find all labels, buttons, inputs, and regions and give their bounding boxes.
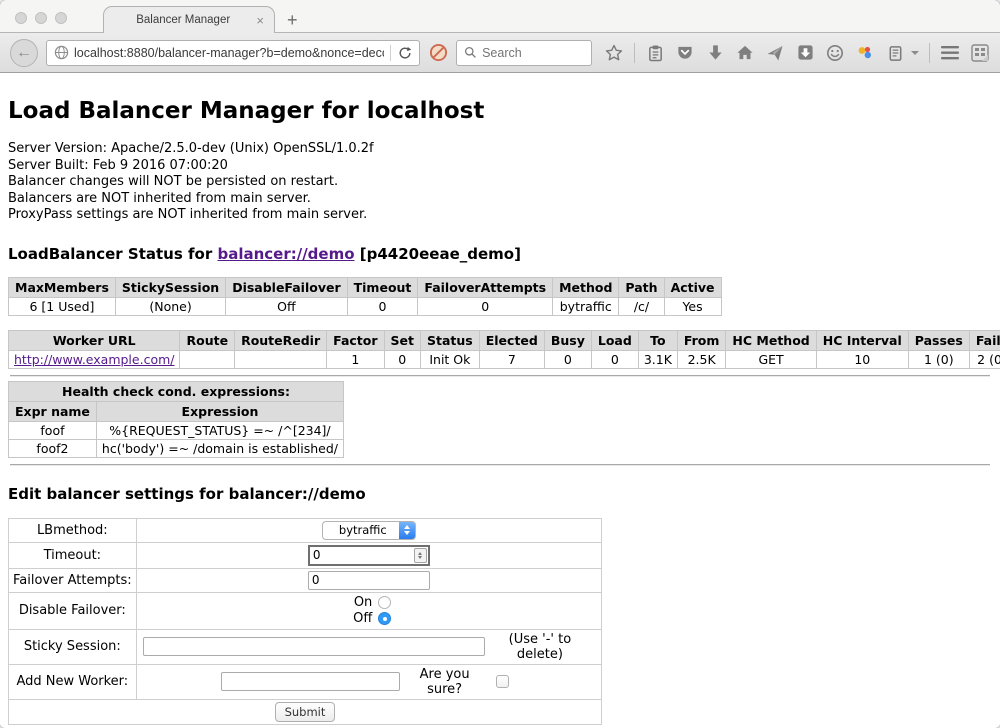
health-row-foof: foof %{REQUEST_STATUS} =~ /^[234]/ xyxy=(9,421,344,439)
are-you-sure-checkbox[interactable] xyxy=(496,675,509,688)
balancer-header-row: MaxMembers StickySession DisableFailover… xyxy=(9,277,722,297)
radio-on-label: On xyxy=(346,595,372,611)
colored-dots-extension-icon[interactable] xyxy=(855,43,875,63)
content-blocked-icon[interactable] xyxy=(428,43,448,63)
proxypass-note-line: ProxyPass settings are NOT inherited fro… xyxy=(8,207,992,224)
radio-off-label: Off xyxy=(346,611,372,627)
tab-bar: Balancer Manager × + xyxy=(0,0,1000,33)
timeout-row: Timeout: xyxy=(9,542,602,568)
tab-balancer-manager[interactable]: Balancer Manager × xyxy=(103,6,275,33)
url-text[interactable]: localhost:8880/balancer-manager?b=demo&n… xyxy=(74,46,384,60)
search-bar[interactable] xyxy=(456,40,592,66)
search-icon xyxy=(463,46,477,60)
home-icon[interactable] xyxy=(735,43,755,63)
timeout-label: Timeout: xyxy=(9,542,137,568)
balancer-demo-link[interactable]: balancer://demo xyxy=(217,245,354,263)
worker-data-row: http://www.example.com/ 1 0 Init Ok 7 0 … xyxy=(9,350,1000,368)
balancer-status-table: MaxMembers StickySession DisableFailover… xyxy=(8,277,722,316)
url-bar[interactable]: localhost:8880/balancer-manager?b=demo&n… xyxy=(46,40,420,66)
back-button[interactable]: ← xyxy=(10,39,38,67)
submit-button[interactable]: Submit xyxy=(275,702,336,722)
number-spinner-icon[interactable] xyxy=(414,548,427,563)
submit-row: Submit xyxy=(9,699,602,724)
reload-icon[interactable] xyxy=(397,45,413,61)
navigation-toolbar: ← localhost:8880/balancer-manager?b=demo… xyxy=(0,33,1000,73)
globe-icon xyxy=(53,45,69,61)
menu-hamburger-icon[interactable] xyxy=(940,43,960,63)
timeout-input-wrap xyxy=(308,545,430,566)
worker-header-row: Worker URL Route RouteRedir Factor Set S… xyxy=(9,330,1000,350)
loadbalancer-status-heading: LoadBalancer Status for balancer://demo … xyxy=(8,245,992,263)
server-info: Server Version: Apache/2.5.0-dev (Unix) … xyxy=(8,141,992,224)
lbmethod-label: LBmethod: xyxy=(9,518,137,542)
page-content: Load Balancer Manager for localhost Serv… xyxy=(0,73,1000,726)
health-check-table: Health check cond. expressions: Expr nam… xyxy=(8,381,344,458)
minimize-window-button[interactable] xyxy=(35,12,47,24)
failover-attempts-label: Failover Attempts: xyxy=(9,568,137,592)
add-worker-row: Add New Worker: Are you sure? xyxy=(9,664,602,699)
zoom-window-button[interactable] xyxy=(55,12,67,24)
balancer-data-row: 6 [1 Used] (None) Off 0 0 bytraffic /c/ … xyxy=(9,297,722,315)
health-title-row: Health check cond. expressions: xyxy=(9,381,344,401)
sticky-session-hint: (Use '-' to delete) xyxy=(485,632,597,662)
disable-failover-label: Disable Failover: xyxy=(9,592,137,629)
health-row-foof2: foof2 hc('body') =~ /domain is establish… xyxy=(9,439,344,457)
close-window-button[interactable] xyxy=(15,12,27,24)
sticky-session-label: Sticky Session: xyxy=(9,629,137,664)
tab-title: Balancer Manager xyxy=(112,14,254,26)
server-built-line: Server Built: Feb 9 2016 07:00:20 xyxy=(8,158,992,175)
worker-status-table: Worker URL Route RouteRedir Factor Set S… xyxy=(8,330,1000,369)
disable-failover-row: Disable Failover: On Off xyxy=(9,592,602,629)
save-to-device-icon[interactable] xyxy=(795,43,815,63)
inherit-note-line: Balancers are NOT inherited from main se… xyxy=(8,191,992,208)
separator xyxy=(10,375,990,377)
lbmethod-row: LBmethod: bytraffic xyxy=(9,518,602,542)
tab-grid-extension-icon[interactable] xyxy=(970,43,990,63)
sticky-session-input[interactable] xyxy=(143,637,485,656)
worker-url-link[interactable]: http://www.example.com/ xyxy=(14,352,174,367)
browser-window: Balancer Manager × + ← localhost:8880/ba… xyxy=(0,0,1000,728)
forum-smiley-icon[interactable] xyxy=(825,43,845,63)
chevron-down-icon[interactable] xyxy=(911,51,919,55)
failover-attempts-input[interactable] xyxy=(308,571,430,590)
timeout-input[interactable] xyxy=(313,548,414,562)
search-input[interactable] xyxy=(482,46,582,60)
select-stepper-icon xyxy=(399,521,415,540)
balancer-settings-form: LBmethod: bytraffic Timeout: xyxy=(8,518,602,725)
sticky-session-row: Sticky Session: (Use '-' to delete) xyxy=(9,629,602,664)
send-page-icon[interactable] xyxy=(765,43,785,63)
persist-note-line: Balancer changes will NOT be persisted o… xyxy=(8,174,992,191)
edit-settings-heading: Edit balancer settings for balancer://de… xyxy=(8,485,992,503)
page-title: Load Balancer Manager for localhost xyxy=(8,73,992,124)
bookmarks-clipboard-icon[interactable] xyxy=(645,43,665,63)
lbmethod-select[interactable]: bytraffic xyxy=(322,521,416,540)
add-worker-input[interactable] xyxy=(221,672,401,691)
pocket-icon[interactable] xyxy=(675,43,695,63)
downloads-icon[interactable] xyxy=(705,43,725,63)
disable-failover-on-radio[interactable] xyxy=(378,596,391,609)
tab-close-icon[interactable]: × xyxy=(254,13,266,28)
server-version-line: Server Version: Apache/2.5.0-dev (Unix) … xyxy=(8,141,992,158)
new-tab-button[interactable]: + xyxy=(287,11,298,29)
health-header-row: Expr name Expression xyxy=(9,401,344,421)
disable-failover-off-radio[interactable] xyxy=(378,612,391,625)
are-you-sure-label: Are you sure? xyxy=(400,667,489,697)
bookmark-star-icon[interactable] xyxy=(604,43,624,63)
window-controls[interactable] xyxy=(15,12,67,24)
notes-clipboard-icon[interactable] xyxy=(885,43,905,63)
separator xyxy=(10,464,990,466)
add-worker-label: Add New Worker: xyxy=(9,664,137,699)
failover-attempts-row: Failover Attempts: xyxy=(9,568,602,592)
toolbar-icons xyxy=(604,43,990,63)
